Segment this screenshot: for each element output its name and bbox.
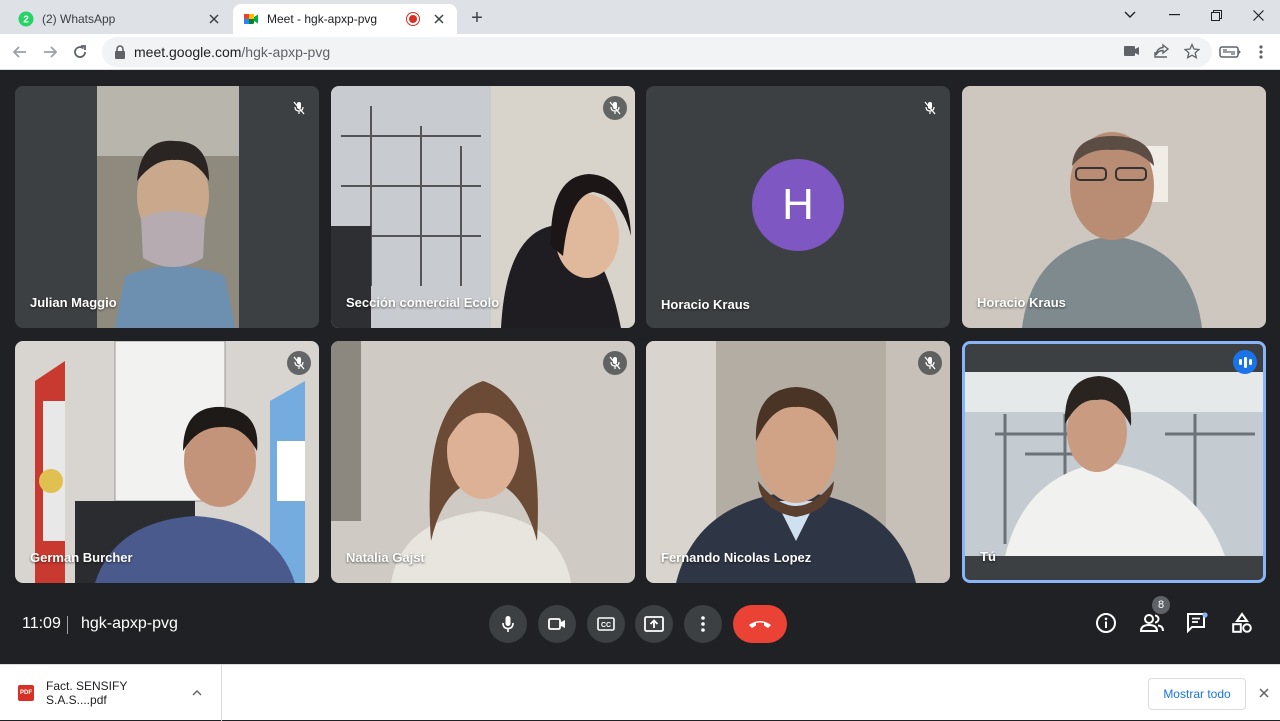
tab-meet[interactable]: Meet - hgk-apxp-pvg [233,4,457,34]
camera-in-use-icon[interactable] [1124,44,1140,60]
reload-button[interactable] [68,40,92,64]
present-screen-icon [644,616,664,632]
more-options-button[interactable] [684,605,722,643]
meeting-details-icon[interactable] [1092,609,1120,637]
participant-video [962,86,1266,328]
participant-name: Tú [980,549,996,564]
participant-video [646,341,950,583]
mic-off-icon [603,96,627,120]
participant-tile[interactable]: Julian Maggio [15,86,319,328]
chevron-up-icon[interactable] [187,690,207,696]
participant-video [331,341,635,583]
tab-title: Meet - hgk-apxp-pvg [267,12,378,26]
meeting-clock: 11:09 [22,615,61,632]
back-button[interactable] [8,40,32,64]
url-input[interactable]: meet.google.com/hgk-apxp-pvg [102,37,1212,67]
restore-button[interactable] [1194,0,1238,30]
show-all-downloads-button[interactable]: Mostrar todo [1148,678,1246,710]
participant-tile[interactable]: Natalia Gajst [331,341,635,583]
participant-name: Sección comercial Ecolo [346,295,500,310]
tab-title: (2) WhatsApp [42,12,116,26]
participant-tile[interactable]: Sección comercial Ecolo [331,86,635,328]
recording-indicator-icon [407,13,419,25]
camera-icon [548,618,565,630]
self-tile[interactable]: Tú [962,341,1266,583]
participant-name: Horacio Kraus [661,297,750,312]
mic-off-icon [287,351,311,375]
participant-count-badge: 8 [1152,596,1170,614]
mic-off-icon [918,96,942,120]
close-downloads-icon[interactable] [1256,685,1272,701]
url-host: meet.google.com [134,44,242,60]
extension-icon[interactable] [1219,42,1241,62]
participant-tile[interactable]: H Horacio Kraus [646,86,950,328]
svg-text:CC: CC [601,622,611,629]
more-vert-icon [701,616,705,632]
microphone-icon [502,616,514,632]
captions-button[interactable]: CC [587,605,625,643]
activities-icon[interactable] [1228,609,1256,637]
participant-name: Natalia Gajst [346,550,425,565]
participant-name: Julian Maggio [30,295,117,310]
avatar: H [752,159,844,251]
microphone-button[interactable] [489,605,527,643]
participant-video [15,86,319,328]
mic-off-icon [287,96,311,120]
chrome-menu-icon[interactable] [1250,42,1272,62]
svg-text:2: 2 [23,15,29,26]
participant-tile[interactable]: German Burcher [15,341,319,583]
tab-search-chevron-icon[interactable] [1108,0,1152,30]
participant-tile[interactable]: Fernando Nicolas Lopez [646,341,950,583]
captions-icon: CC [597,617,615,631]
browser-tab-strip: 2 (2) WhatsApp Meet - hgk-apxp-pvg + [0,0,1280,34]
tab-close-icon[interactable] [431,11,447,27]
window-close-button[interactable] [1236,0,1280,30]
tab-whatsapp[interactable]: 2 (2) WhatsApp [8,4,232,34]
speaking-indicator-icon [1233,350,1257,374]
url-path: /hgk-apxp-pvg [241,44,331,60]
mic-off-icon [918,351,942,375]
mic-off-icon [603,351,627,375]
participant-video [331,86,635,328]
downloads-bar: PDF Fact. SENSIFY S.A.S....pdf Mostrar t… [0,664,1280,721]
chat-icon[interactable] [1183,609,1211,637]
participant-name: Fernando Nicolas Lopez [661,550,812,565]
address-bar: meet.google.com/hgk-apxp-pvg [0,34,1280,70]
participant-name: German Burcher [30,550,133,565]
meeting-code: hgk-apxp-pvg [81,615,178,632]
hang-up-icon [749,621,771,628]
download-item[interactable]: PDF Fact. SENSIFY S.A.S....pdf [0,665,222,721]
meeting-controls-bar: 11:09 hgk-apxp-pvg CC 8 [0,596,1280,664]
participant-video [15,341,319,583]
tab-close-icon[interactable] [206,11,222,27]
leave-call-button[interactable] [733,605,787,643]
camera-button[interactable] [538,605,576,643]
download-file-name: Fact. SENSIFY S.A.S....pdf [46,679,128,707]
new-tab-button[interactable]: + [466,7,488,29]
participant-tile[interactable]: Horacio Kraus [962,86,1266,328]
google-meet-icon [243,11,259,27]
whatsapp-icon: 2 [18,11,34,27]
participant-name: Horacio Kraus [977,295,1066,310]
share-icon[interactable] [1154,43,1170,62]
forward-button[interactable] [38,40,62,64]
participant-video [965,344,1263,580]
lock-icon [114,45,126,59]
present-screen-button[interactable] [635,605,673,643]
minimize-button[interactable] [1152,0,1196,30]
bookmark-star-icon[interactable] [1183,42,1201,62]
divider [67,616,68,634]
pdf-file-icon: PDF [18,685,34,701]
